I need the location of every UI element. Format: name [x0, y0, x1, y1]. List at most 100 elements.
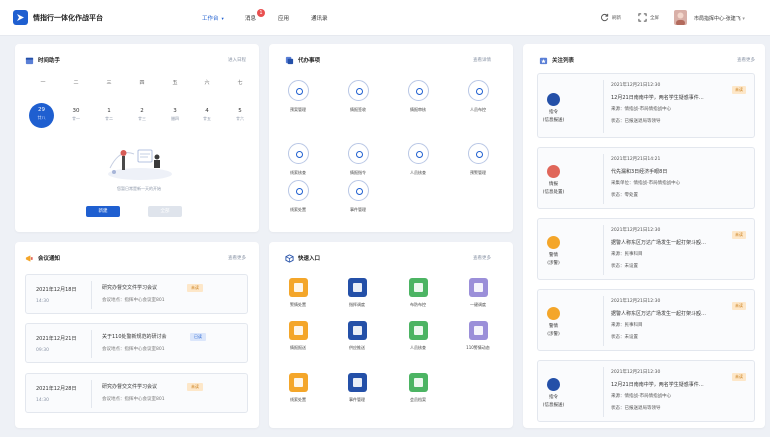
todo-item[interactable]: 情报指令 [338, 143, 378, 176]
quick-entry-icon [408, 373, 428, 392]
unread-badge: 未读 [732, 231, 746, 239]
weekday-label: 四 [139, 80, 145, 86]
fullscreen-label[interactable]: 全屏 [650, 15, 659, 21]
calendar-day[interactable]: 30 廿一 [65, 104, 87, 128]
focus-item[interactable]: 指令 (信息报送) 2021年12月21日12:30 12月21日南南中学，两名学生疑… [537, 73, 755, 138]
nav-messages[interactable]: 消息 [245, 14, 256, 22]
todo-item[interactable]: 预案管理 [278, 80, 318, 113]
quick-entry-item[interactable]: 指挥调度 [337, 278, 377, 308]
todo-item[interactable]: 人员布控 [458, 80, 498, 113]
meeting-time: 14:30 [36, 398, 49, 403]
category-icon [547, 307, 560, 320]
meetings-more-link[interactable]: 查看更多 [228, 255, 246, 261]
calendar-day[interactable]: 1 廿二 [98, 104, 120, 128]
focus-line: 状态：已报送退局等领导 [611, 406, 661, 411]
card-title: 时间助手 [38, 58, 61, 64]
category-icon [547, 165, 560, 178]
todo-item[interactable]: 情报签收 [338, 80, 378, 113]
category-label-line: (信息报送) [542, 117, 565, 123]
quick-entry-item[interactable]: 供应推送 [337, 321, 377, 351]
quick-more-link[interactable]: 查看更多 [473, 255, 491, 261]
quick-entry-icon [347, 373, 367, 392]
category-label-line: 情报 [549, 182, 558, 187]
quick-entry-item[interactable]: 事件管理 [337, 373, 377, 403]
meeting-item[interactable]: 2021年12月21日 09:30 关于110处警新规范的研讨会 会议地点：指挥中心会… [25, 323, 248, 363]
todo-item[interactable]: 预警管理 [458, 143, 498, 176]
todo-label: 预案管理 [290, 107, 306, 112]
lunar-date: 腊四 [171, 116, 179, 121]
category-label-line: 警情 [549, 253, 558, 258]
quick-entry-icon [408, 278, 428, 297]
todo-label: 情报指令 [350, 170, 366, 175]
user-name[interactable]: 市局指挥中心-张建飞 ▾ [694, 15, 745, 22]
card-title: 关注列表 [552, 58, 575, 64]
focus-line: 来源：民事科目 [611, 252, 643, 257]
calendar-day[interactable]: 2 廿三 [131, 104, 153, 128]
meeting-location: 会议地点：指挥中心会议室801 [102, 347, 165, 352]
app-title: 情指行一体化作战平台 [33, 14, 103, 22]
quick-entry-item[interactable]: 布防布控 [398, 278, 438, 308]
refresh-icon[interactable] [600, 13, 609, 22]
focus-more-link[interactable]: 查看更多 [737, 57, 755, 63]
todo-item[interactable]: 线索核查 [278, 143, 318, 176]
weekday-label: 三 [106, 80, 112, 86]
focus-line: 状态：未设置 [611, 335, 638, 340]
quick-entry-label: 110警情动态 [466, 345, 490, 350]
fullscreen-icon[interactable] [638, 13, 647, 22]
day-number: 5 [238, 108, 242, 114]
lunar-date: 廿二 [105, 116, 113, 121]
quick-entry-icon [468, 321, 488, 340]
meeting-item[interactable]: 2021年12月18日 14:30 研究办督交文件学习会议 会议地点：指挥中心会议室8… [25, 274, 248, 314]
calendar-day[interactable]: 29 廿八 [29, 103, 54, 128]
meeting-date: 2021年12月21日 [36, 336, 77, 342]
todo-label: 情报签收 [350, 107, 366, 112]
nav-workbench[interactable]: 工作台 ▾ [202, 14, 224, 22]
focus-item[interactable]: 警情 (涉警) 2021年12月21日12:30 据警人称东区万达广场发生一起打架斗殴… [537, 218, 755, 280]
quick-entry-item[interactable]: 110警情动态 [458, 321, 498, 351]
quick-entry-item[interactable]: 一键调度 [458, 278, 498, 308]
quick-entry-item[interactable]: 警情处置 [278, 278, 318, 308]
new-schedule-button[interactable]: 新建 [86, 206, 120, 217]
quick-entry-item[interactable]: 会员档案 [398, 373, 438, 403]
nav-apps[interactable]: 应用 [278, 14, 289, 22]
divider [91, 380, 92, 408]
calendar-day[interactable]: 4 廿五 [196, 104, 218, 128]
todo-item[interactable]: 线索处置 [278, 180, 318, 213]
lunar-date: 廿八 [37, 115, 46, 120]
focus-line: 据警人称东区万达广场发生一起打架斗殴… [611, 240, 707, 246]
meeting-item[interactable]: 2021年12月28日 14:30 研究办督交文件学习会议 会议地点：指挥中心会议室8… [25, 373, 248, 413]
todo-item[interactable]: 情报审核 [398, 80, 438, 113]
task-circle-icon [467, 80, 489, 101]
all-schedule-button[interactable]: 全部 [148, 206, 182, 217]
focus-line: 12月21日南南中学，两名学生疑惑事件… [611, 382, 704, 388]
avatar[interactable] [674, 10, 687, 25]
nav-contacts[interactable]: 通讯录 [311, 14, 328, 22]
focus-item[interactable]: 指令 (信息报送) 2021年12月21日12:30 12月21日南南中学，两名学生疑… [537, 360, 755, 422]
enter-schedule-link[interactable]: 进入日程 [228, 57, 246, 63]
focus-line: 2021年12月21日12:30 [611, 370, 661, 375]
category-label-line: (涉警) [547, 332, 560, 337]
todo-item[interactable]: 事件管理 [338, 180, 378, 213]
quick-entry-label: 一键调度 [470, 302, 486, 307]
quick-entry-label: 人员核查 [410, 345, 426, 350]
unread-badge: 未读 [732, 302, 746, 310]
meeting-date: 2021年12月28日 [36, 386, 77, 392]
day-number: 30 [72, 108, 80, 114]
empty-schedule-illustration [108, 149, 172, 180]
refresh-label[interactable]: 刷新 [612, 15, 621, 21]
focus-item[interactable]: 警情 (涉警) 2021年12月21日12:30 据警人称东区万达广场发生一起打架斗殴… [537, 289, 755, 351]
calendar-day[interactable]: 5 廿六 [229, 104, 251, 128]
task-list-icon [285, 56, 294, 64]
calendar-day[interactable]: 3 腊四 [164, 104, 186, 128]
divider [603, 367, 604, 417]
focus-item[interactable]: 情报 (信息处置) 2021年12月21日14:21 代先漏和3日经济手眼8日 采集单位… [537, 147, 755, 209]
todo-item[interactable]: 人员核查 [398, 143, 438, 176]
category-icon [547, 92, 560, 106]
todo-detail-link[interactable]: 查看详情 [473, 57, 491, 63]
quick-entry-item[interactable]: 线索处置 [278, 373, 318, 403]
quick-entry-item[interactable]: 人员核查 [398, 321, 438, 351]
quick-entry-item[interactable]: 情报报送 [278, 321, 318, 351]
weekday-label: 五 [172, 80, 178, 86]
day-number: 4 [205, 108, 209, 114]
megaphone-icon [25, 254, 33, 262]
